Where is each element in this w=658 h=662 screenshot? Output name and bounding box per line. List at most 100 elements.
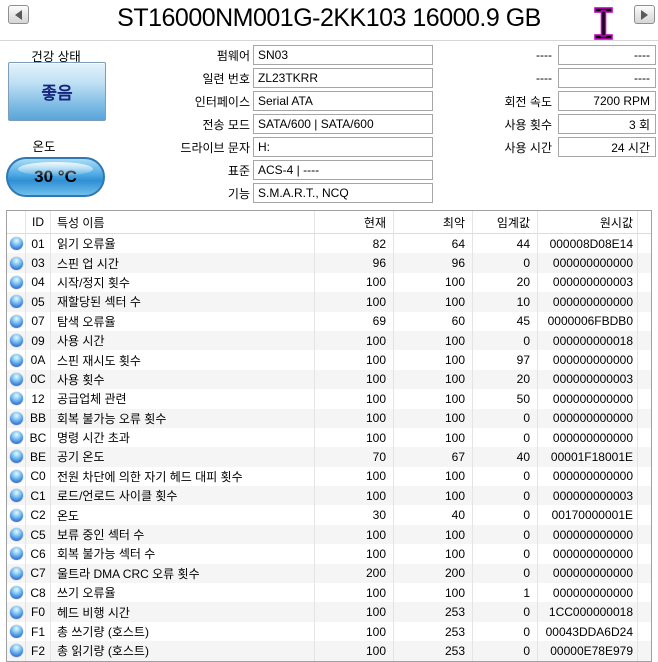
info-field-label: 드라이브 문자	[180, 140, 250, 155]
cell-raw: 00170000001E	[538, 505, 638, 525]
cell-current: 100	[315, 544, 394, 564]
stat-field-value[interactable]: ----	[558, 45, 656, 65]
smart-attribute-row[interactable]: 0A 스핀 재시도 횟수 100 100 97 000000000000	[7, 350, 651, 370]
cell-threshold: 20	[473, 272, 538, 293]
smart-attribute-row[interactable]: 03 스핀 업 시간 96 96 0 000000000000	[7, 253, 651, 273]
next-disk-button[interactable]	[634, 5, 655, 24]
cell-raw: 000000000000	[538, 389, 638, 409]
smart-attribute-row[interactable]: C8 쓰기 오류율 100 100 1 000000000000	[7, 583, 651, 603]
smart-attribute-row[interactable]: C1 로드/언로드 사이클 횟수 100 100 0 000000000003	[7, 486, 651, 506]
cell-current: 100	[315, 427, 394, 448]
row-filler	[638, 544, 651, 563]
cell-worst: 100	[394, 408, 473, 428]
row-filler	[638, 564, 651, 583]
cell-current: 100	[315, 272, 394, 293]
cell-name: 사용 횟수	[51, 369, 315, 390]
cell-current: 100	[315, 389, 394, 409]
smart-attribute-row[interactable]: BB 회복 불가능 오류 횟수 100 100 0 000000000000	[7, 408, 651, 428]
cell-name: 시작/정지 횟수	[51, 272, 315, 293]
cell-raw: 00001F18001E	[538, 447, 638, 467]
smart-attribute-row[interactable]: C2 온도 30 40 0 00170000001E	[7, 505, 651, 525]
smart-attribute-row[interactable]: 07 탐색 오류율 69 60 45 0000006FBDB0	[7, 311, 651, 331]
cell-id: C7	[26, 563, 51, 584]
column-header[interactable]: 임계값	[473, 211, 538, 233]
smart-attribute-row[interactable]: 05 재할당된 섹터 수 100 100 10 000000000000	[7, 292, 651, 312]
cell-threshold: 0	[473, 621, 538, 642]
info-field-value[interactable]: ACS-4 | ----	[253, 160, 433, 180]
smart-attribute-row[interactable]: C5 보류 중인 섹터 수 100 100 0 000000000000	[7, 524, 651, 545]
row-filler	[638, 602, 651, 621]
prev-disk-button[interactable]	[8, 5, 29, 24]
smart-attribute-table: ID 특성 이름 현재 최악 임계값 원시값 01 읽기 오류율 82 64 44 000008D0…	[6, 210, 652, 662]
cell-threshold: 0	[473, 330, 538, 351]
column-header[interactable]: 현재	[315, 211, 394, 233]
cell-name: 명령 시간 초과	[51, 427, 315, 448]
status-good-orb-icon	[9, 528, 23, 542]
stat-field-row: 회전 속도 7200 RPM	[432, 91, 656, 111]
smart-attribute-row[interactable]: 09 사용 시간 100 100 0 000000000018	[7, 330, 651, 351]
smart-attribute-row[interactable]: F2 총 읽기량 (호스트) 100 253 0 00000E78E979	[7, 641, 651, 661]
status-good-orb-icon	[9, 586, 23, 600]
row-filler	[638, 525, 651, 544]
info-field-value[interactable]: SN03	[253, 45, 433, 65]
cell-worst: 60	[394, 311, 473, 331]
info-field-value[interactable]: ZL23TKRR	[253, 68, 433, 88]
stat-field-value[interactable]: 3 회	[558, 114, 656, 134]
status-cell	[7, 272, 26, 293]
info-field-value[interactable]: Serial ATA	[253, 91, 433, 111]
column-header[interactable]: 특성 이름	[51, 211, 315, 233]
cell-id: BE	[26, 447, 51, 467]
cell-threshold: 0	[473, 544, 538, 564]
stat-field-value[interactable]: ----	[558, 68, 656, 88]
cell-current: 100	[315, 583, 394, 603]
info-field-value[interactable]: SATA/600 | SATA/600	[253, 114, 433, 134]
column-header[interactable]: 원시값	[538, 211, 638, 233]
cell-id: 0C	[26, 369, 51, 390]
cell-name: 로드/언로드 사이클 횟수	[51, 486, 315, 506]
column-header[interactable]	[7, 211, 26, 233]
row-filler	[638, 428, 651, 447]
smart-attribute-row[interactable]: F0 헤드 비행 시간 100 253 0 1CC000000018	[7, 602, 651, 622]
smart-attribute-row[interactable]: 01 읽기 오류율 82 64 44 000008D08E14	[7, 234, 651, 254]
smart-attribute-row[interactable]: 0C 사용 횟수 100 100 20 000000000003	[7, 369, 651, 390]
stat-field-value[interactable]: 7200 RPM	[558, 91, 656, 111]
column-header[interactable]: ID	[26, 211, 51, 233]
cell-name: 총 쓰기량 (호스트)	[51, 621, 315, 642]
cell-name: 탐색 오류율	[51, 311, 315, 331]
row-filler	[638, 486, 651, 505]
cell-raw: 000008D08E14	[538, 234, 638, 254]
cell-threshold: 97	[473, 350, 538, 370]
cell-worst: 100	[394, 389, 473, 409]
info-field-value[interactable]: S.M.A.R.T., NCQ	[253, 183, 433, 203]
cell-worst: 96	[394, 253, 473, 273]
smart-attribute-row[interactable]: C7 울트라 DMA CRC 오류 횟수 200 200 0 000000000000	[7, 563, 651, 584]
temperature-badge[interactable]: 30 °C	[6, 157, 105, 197]
cell-current: 100	[315, 641, 394, 661]
health-status-button[interactable]: 좋음	[8, 62, 106, 121]
cell-threshold: 0	[473, 253, 538, 273]
smart-attribute-row[interactable]: C0 전원 차단에 의한 자기 헤드 대피 횟수 100 100 0 0000000000…	[7, 466, 651, 487]
smart-attribute-row[interactable]: 04 시작/정지 횟수 100 100 20 000000000003	[7, 272, 651, 293]
smart-attribute-row[interactable]: C6 회복 불가능 섹터 수 100 100 0 000000000000	[7, 544, 651, 564]
cell-id: F0	[26, 602, 51, 622]
status-good-orb-icon	[9, 644, 23, 658]
cell-current: 100	[315, 466, 394, 487]
column-header[interactable]: 최악	[394, 211, 473, 233]
smart-attribute-row[interactable]: 12 공급업체 관련 100 100 50 000000000000	[7, 389, 651, 409]
status-cell	[7, 524, 26, 545]
row-filler	[638, 467, 651, 486]
smart-attribute-row[interactable]: F1 총 쓰기량 (호스트) 100 253 0 00043DDA6D24	[7, 621, 651, 642]
smart-attribute-row[interactable]: BC 명령 시간 초과 100 100 0 000000000000	[7, 427, 651, 448]
cell-worst: 100	[394, 272, 473, 293]
stat-field-value[interactable]: 24 시간	[558, 137, 656, 157]
cell-id: F1	[26, 621, 51, 642]
row-filler	[638, 389, 651, 408]
info-field-label: 기능	[227, 186, 250, 201]
stat-field-label: 사용 시간	[504, 140, 553, 155]
cell-id: C1	[26, 486, 51, 506]
status-cell	[7, 292, 26, 312]
smart-attribute-row[interactable]: BE 공기 온도 70 67 40 00001F18001E	[7, 447, 651, 467]
info-field-label: 표준	[227, 163, 250, 178]
info-field-value[interactable]: H:	[253, 137, 433, 157]
left-arrow-icon	[15, 9, 22, 20]
